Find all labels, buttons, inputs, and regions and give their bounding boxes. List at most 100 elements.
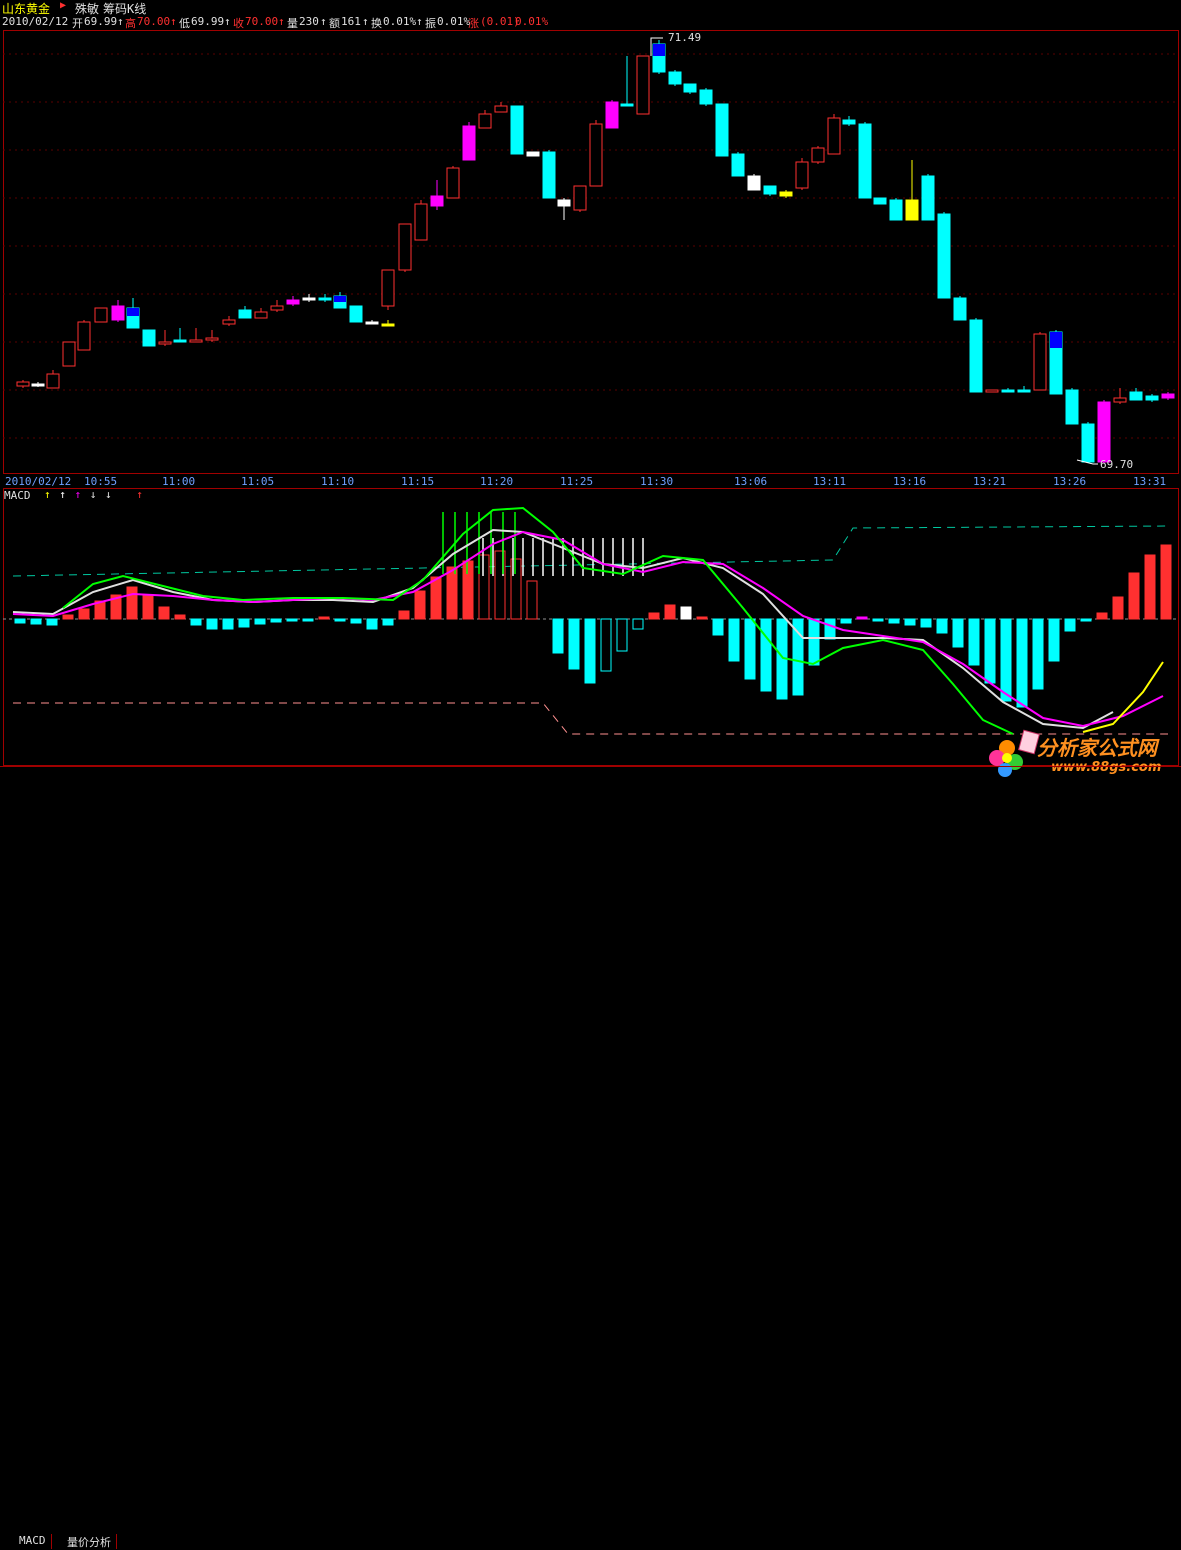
macd-bar: [254, 618, 266, 625]
candle: [1081, 422, 1095, 463]
macd-bar: [158, 606, 170, 620]
macd-bar: [62, 614, 74, 620]
macd-bar: [1000, 618, 1012, 702]
watermark-brand: 分析家公式网: [1037, 736, 1157, 760]
macd-title: MACD: [4, 489, 31, 502]
candle-body: [715, 103, 729, 157]
macd-bar: [350, 618, 362, 624]
candle-body: [302, 297, 316, 301]
macd-bar: [190, 618, 202, 626]
macd-bar: [270, 618, 282, 623]
candle-body: [94, 307, 108, 323]
macd-bar: [760, 618, 772, 692]
candle-body: [557, 199, 571, 207]
time-tick: 13:26: [1053, 475, 1087, 488]
candle-cap: [334, 296, 346, 302]
macd-bar: [222, 618, 234, 630]
macd-bar: [680, 606, 692, 620]
candle: [494, 102, 508, 113]
candle-body: [811, 147, 825, 163]
candle-body: [842, 119, 856, 125]
candle: [1001, 388, 1015, 393]
candle-body: [173, 339, 187, 343]
macd-bar: [430, 576, 442, 620]
macd-bar: [30, 618, 42, 625]
candle-body: [905, 199, 919, 221]
macd-bar: [46, 618, 58, 626]
macd-bar: [14, 618, 26, 624]
candle: [557, 198, 571, 220]
macd-bar: [840, 618, 852, 624]
macd-bar: [872, 618, 884, 622]
candle: [827, 114, 841, 155]
tab-macd[interactable]: MACD: [14, 1534, 52, 1549]
macd-bar: [552, 618, 564, 654]
candle-body: [349, 305, 363, 323]
candle-body: [222, 319, 236, 325]
tab-volume-price-analysis[interactable]: 量价分析: [62, 1534, 117, 1549]
macd-bar: [1096, 612, 1108, 620]
candle: [1065, 388, 1079, 425]
candle-body: [510, 105, 524, 155]
macd-bar: [1144, 554, 1156, 620]
candle-body: [969, 319, 983, 393]
turnover-label: 换: [371, 17, 382, 30]
candle: [811, 146, 825, 164]
candle-body: [1129, 391, 1143, 401]
macd-bar: [712, 618, 724, 636]
candle: [763, 185, 777, 196]
footer-tabbar: MACD 量价分析: [0, 766, 1181, 1549]
candle: [747, 174, 761, 191]
candle: [46, 370, 60, 389]
time-tick: 11:00: [162, 475, 196, 488]
candle: [173, 328, 187, 343]
up-arrow-icon: ↑: [416, 15, 423, 28]
candle: [1113, 388, 1127, 404]
candle: [62, 341, 76, 367]
macd-fast-line: [62, 506, 1014, 735]
open-label: 开: [72, 17, 83, 30]
candle-body: [16, 381, 30, 387]
candle-body: [62, 341, 76, 367]
candle-body: [398, 223, 412, 271]
macd-bar: [142, 594, 154, 620]
candle: [699, 88, 713, 106]
up-arrow-icon: ↑: [170, 15, 177, 28]
candle: [1033, 332, 1047, 391]
title-bar: 山东黄金 ▶ 殊敏 筹码K线: [0, 0, 1181, 16]
candle-body: [795, 161, 809, 189]
macd-bar: [1064, 618, 1076, 632]
macd-chart[interactable]: [3, 488, 1179, 766]
candles: [16, 40, 1175, 463]
signal-arrow: ↑: [74, 488, 82, 501]
macd-bar: [286, 618, 298, 622]
macd-bar: [968, 618, 980, 666]
candle-body: [414, 203, 428, 241]
up-arrow-icon: ↑: [117, 15, 124, 28]
macd-bar: [1112, 596, 1124, 620]
amplitude-value: 0.01%: [437, 15, 471, 28]
candle: [510, 105, 524, 155]
candle: [937, 212, 951, 299]
candle-body: [763, 185, 777, 195]
candle-body: [142, 329, 156, 347]
high-annotation-label: 71.49: [668, 31, 701, 44]
macd-bar: [302, 618, 314, 622]
candle-body: [542, 151, 556, 199]
candle: [254, 308, 268, 319]
candlestick-chart[interactable]: 71.49 69.70: [3, 30, 1179, 474]
macd-bar: [984, 618, 996, 684]
candle-body: [921, 175, 935, 221]
macd-bar: [632, 618, 644, 630]
macd-bar: [728, 618, 740, 662]
macd-bar: [648, 612, 660, 620]
change-pct-value: 0.01%: [515, 15, 549, 28]
volume-value: 230: [299, 15, 319, 28]
candle: [381, 320, 395, 327]
macd-histogram: [14, 512, 1172, 708]
low-value: 69.99: [191, 15, 225, 28]
candle: [398, 223, 412, 272]
play-arrow-icon[interactable]: ▶: [60, 0, 66, 11]
candle-body: [620, 103, 634, 107]
candle-body: [985, 389, 999, 393]
